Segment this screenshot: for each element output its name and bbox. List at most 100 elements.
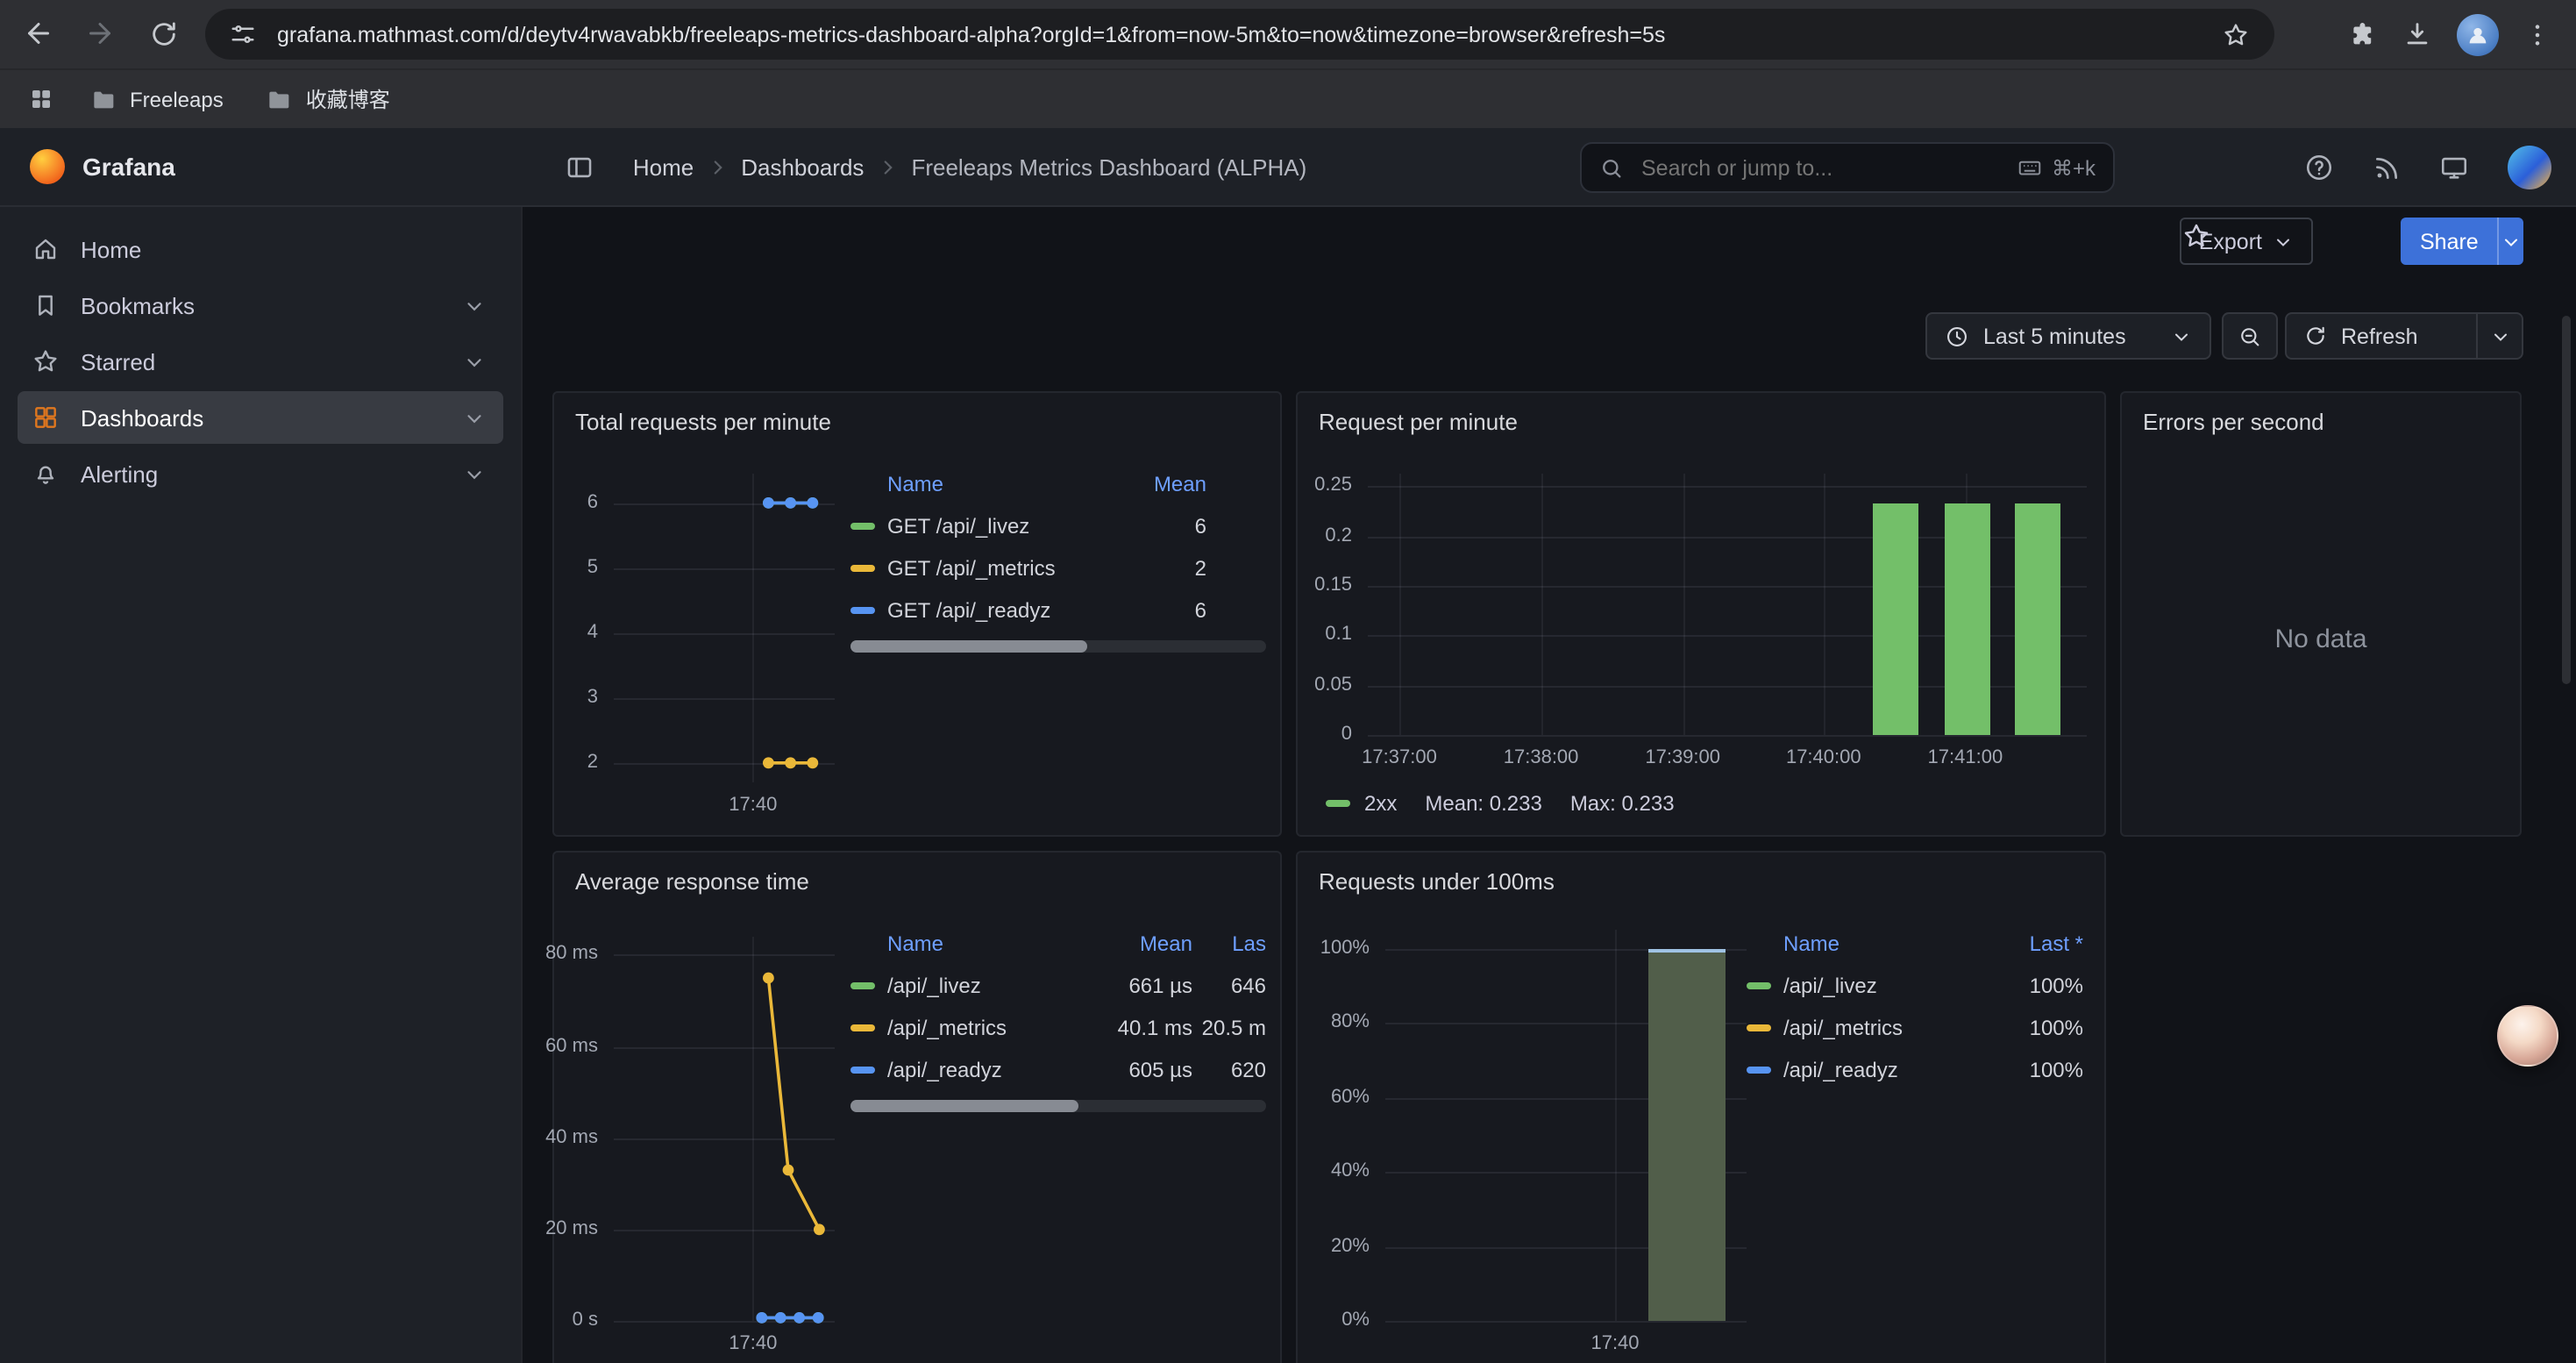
- legend-series-name[interactable]: /api/_metrics: [1783, 1016, 1903, 1040]
- bookmark-folder-freeleaps[interactable]: Freeleaps: [75, 78, 238, 120]
- legend-scrollbar-thumb[interactable]: [850, 1100, 1079, 1112]
- legend-row[interactable]: GET /api/_livez6: [850, 505, 1266, 547]
- search-input[interactable]: [1638, 153, 2003, 182]
- total-requests-legend[interactable]: NameMeanGET /api/_livez6GET /api/_metric…: [850, 463, 1266, 653]
- chevron-right-icon: [706, 155, 729, 178]
- bar[interactable]: [1873, 503, 1918, 735]
- panel-title[interactable]: Requests under 100ms: [1319, 868, 1555, 895]
- chevron-down-icon[interactable]: [463, 462, 486, 485]
- extensions-puzzle-icon[interactable]: [2348, 19, 2378, 49]
- legend-series-name[interactable]: GET /api/_readyz: [887, 598, 1050, 623]
- bookmark-icon: [32, 291, 60, 319]
- share-button[interactable]: Share: [2401, 218, 2523, 265]
- news-rss-icon[interactable]: [2373, 153, 2401, 182]
- y-tick-label: 0%: [1341, 1309, 1370, 1331]
- browser-reload-button[interactable]: [135, 5, 191, 61]
- legend-scrollbar[interactable]: [850, 640, 1266, 653]
- legend-column-header[interactable]: Last *: [1960, 931, 2083, 956]
- average-response-time-chart[interactable]: 80 ms60 ms40 ms20 ms0 s17:40: [614, 937, 835, 1321]
- legend-row[interactable]: /api/_metrics100%: [1747, 1007, 2094, 1049]
- request-per-minute-chart[interactable]: 0.250.20.150.10.05017:37:0017:38:0017:39…: [1368, 474, 2087, 735]
- sidebar-item-alerting[interactable]: Alerting: [18, 447, 503, 500]
- legend-series-name[interactable]: /api/_livez: [1783, 974, 1877, 998]
- legend-row[interactable]: /api/_livez661 µs646: [850, 965, 1266, 1007]
- bar[interactable]: [1648, 948, 1726, 1321]
- y-tick-label: 20%: [1331, 1235, 1370, 1256]
- export-button[interactable]: Export: [2180, 218, 2313, 265]
- legend-row[interactable]: /api/_readyz100%: [1747, 1049, 2094, 1091]
- panel-title[interactable]: Average response time: [575, 868, 809, 895]
- legend-column-header[interactable]: Name: [850, 472, 1108, 496]
- panel-title[interactable]: Total requests per minute: [575, 409, 831, 435]
- bar[interactable]: [1945, 503, 1990, 735]
- legend-value: 40.1 ms: [1080, 1016, 1192, 1040]
- legend-series-name[interactable]: /api/_metrics: [887, 1016, 1007, 1040]
- requests-under-100ms-legend[interactable]: NameLast * /api/_livez100%/api/_metrics10…: [1747, 923, 2094, 1091]
- url-bar[interactable]: [205, 9, 2274, 60]
- panel-title[interactable]: Request per minute: [1319, 409, 1518, 435]
- legend-column-header[interactable]: Name: [1747, 931, 1960, 956]
- grafana-logo-icon[interactable]: [30, 149, 65, 184]
- legend-scrollbar[interactable]: [850, 1100, 1266, 1112]
- legend-series-name[interactable]: 2xx: [1364, 791, 1397, 816]
- refresh-interval-chevron-icon[interactable]: [2476, 314, 2522, 358]
- tv-mode-icon[interactable]: [2439, 153, 2469, 182]
- legend-row[interactable]: GET /api/_metrics 2: [850, 547, 1266, 589]
- browser-back-button[interactable]: [11, 5, 67, 61]
- series-color-swatch: [850, 565, 875, 572]
- legend-value: 2: [1108, 556, 1206, 581]
- bookmark-folder-blogs[interactable]: 收藏博客: [252, 77, 404, 121]
- apps-grid-icon[interactable]: [21, 86, 61, 112]
- sidebar-item-home[interactable]: Home: [18, 223, 503, 275]
- download-icon[interactable]: [2402, 19, 2432, 49]
- browser-profile-avatar[interactable]: [2457, 13, 2499, 55]
- legend-column-header[interactable]: Mean: [1080, 931, 1192, 956]
- help-icon[interactable]: [2304, 153, 2334, 182]
- legend-series-name[interactable]: /api/_livez: [887, 974, 981, 998]
- y-tick-label: 0.2: [1325, 525, 1352, 546]
- url-input[interactable]: [274, 20, 2222, 48]
- legend-series-name[interactable]: /api/_readyz: [887, 1058, 1002, 1082]
- legend-column-header[interactable]: Mean: [1108, 472, 1206, 496]
- panel-title[interactable]: Errors per second: [2143, 409, 2324, 435]
- bookmark-star-icon[interactable]: [2222, 20, 2250, 48]
- breadcrumb-current: Freeleaps Metrics Dashboard (ALPHA): [911, 153, 1306, 180]
- legend-scrollbar-thumb[interactable]: [850, 640, 1087, 653]
- refresh-button[interactable]: Refresh: [2285, 312, 2523, 360]
- sidebar-item-dashboards[interactable]: Dashboards: [18, 391, 503, 444]
- chevron-down-icon[interactable]: [463, 350, 486, 373]
- legend-row[interactable]: /api/_metrics40.1 ms20.5 m: [850, 1007, 1266, 1049]
- legend-row[interactable]: /api/_livez100%: [1747, 965, 2094, 1007]
- average-response-time-legend[interactable]: NameMeanLas/api/_livez661 µs646/api/_met…: [850, 923, 1266, 1112]
- breadcrumb-home[interactable]: Home: [633, 153, 694, 180]
- grafana-user-avatar[interactable]: [2508, 146, 2551, 189]
- browser-menu-icon[interactable]: [2523, 20, 2551, 48]
- sidebar-toggle-icon[interactable]: [565, 152, 594, 182]
- time-range-picker[interactable]: Last 5 minutes: [1925, 312, 2211, 360]
- bookmarks-bar: Freeleaps 收藏博客: [0, 68, 2576, 128]
- breadcrumb-dashboards[interactable]: Dashboards: [741, 153, 864, 180]
- chevron-down-icon[interactable]: [463, 406, 486, 429]
- share-menu-chevron-icon[interactable]: [2498, 218, 2523, 265]
- search-box[interactable]: ⌘+k: [1580, 142, 2115, 193]
- page-scrollbar[interactable]: [2562, 316, 2571, 684]
- x-tick-label: 17:40: [729, 795, 777, 816]
- floating-assistant-avatar[interactable]: [2497, 1005, 2558, 1067]
- legend-column-header[interactable]: Name: [850, 931, 1080, 956]
- browser-forward-button[interactable]: [72, 5, 128, 61]
- requests-under-100ms-chart[interactable]: 100%80%60%40%20%0%17:40: [1385, 930, 1747, 1321]
- bar[interactable]: [2015, 503, 2060, 735]
- legend-row[interactable]: /api/_readyz605 µs620: [850, 1049, 1266, 1091]
- legend-series-name[interactable]: /api/_readyz: [1783, 1058, 1898, 1082]
- chevron-down-icon[interactable]: [463, 294, 486, 317]
- site-info-icon[interactable]: [230, 21, 256, 47]
- legend-series-name[interactable]: GET /api/_metrics: [887, 556, 1056, 581]
- legend-row[interactable]: GET /api/_readyz6: [850, 589, 1266, 632]
- total-requests-chart[interactable]: 6543217:40: [614, 474, 835, 782]
- sidebar-item-starred[interactable]: Starred: [18, 335, 503, 388]
- sidebar-item-bookmarks[interactable]: Bookmarks: [18, 279, 503, 332]
- legend-column-header[interactable]: Las: [1192, 931, 1266, 956]
- request-per-minute-legend[interactable]: 2xx Mean: 0.233 Max: 0.233: [1326, 791, 1675, 816]
- zoom-out-button[interactable]: [2222, 312, 2278, 360]
- legend-series-name[interactable]: GET /api/_livez: [887, 514, 1029, 539]
